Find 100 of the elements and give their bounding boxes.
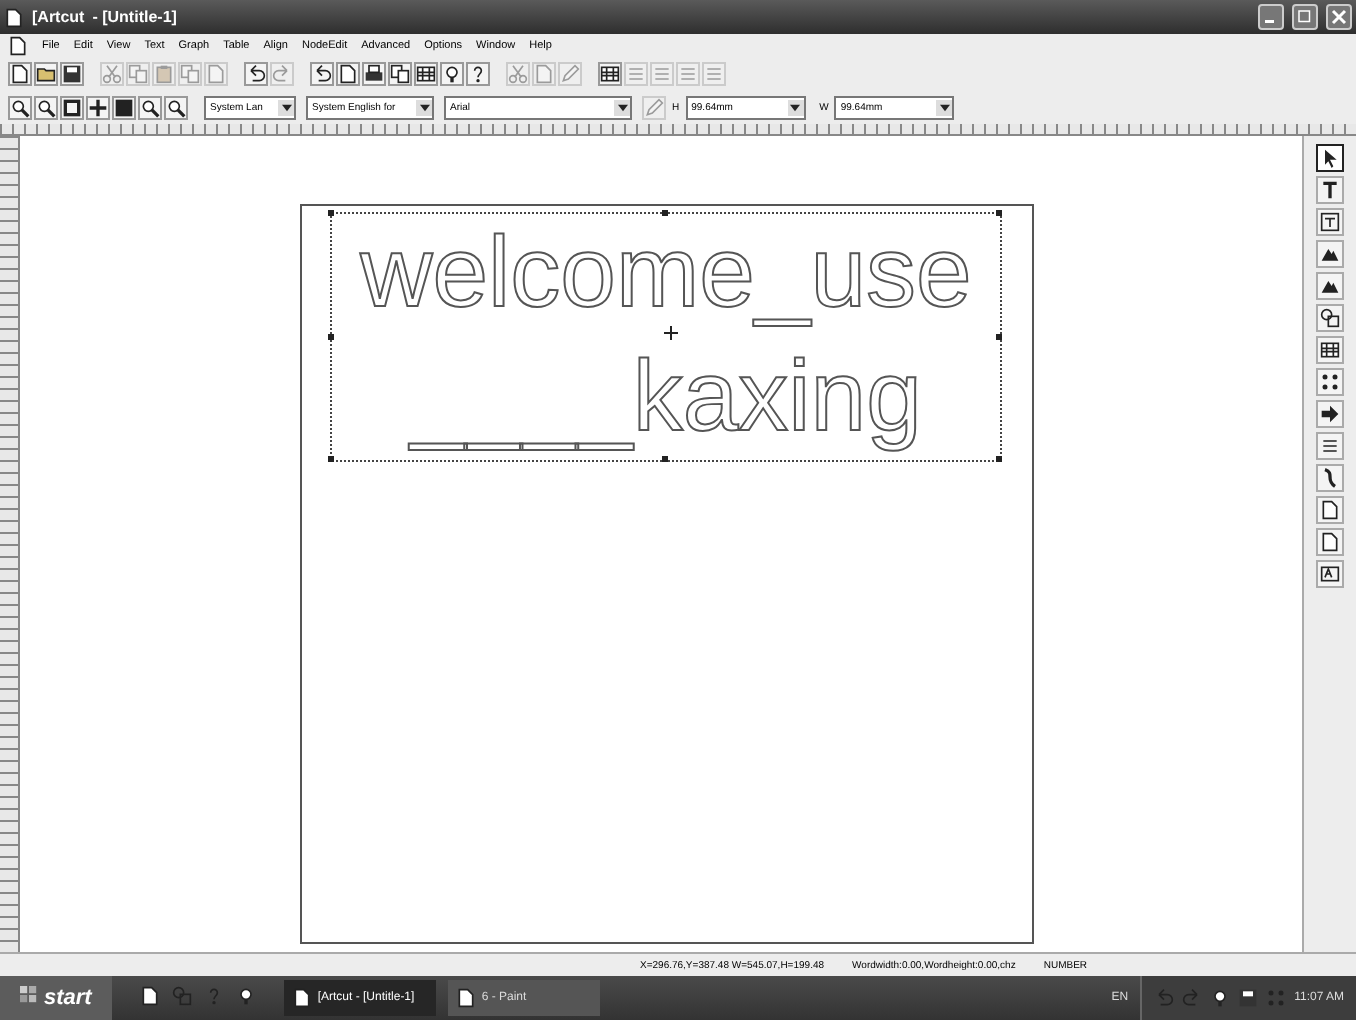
selection-handle[interactable] [662,456,668,462]
toolbar-button[interactable] [388,61,412,85]
toolbar-button[interactable] [598,61,622,85]
text-box-icon [1320,564,1340,584]
toolbar-button[interactable] [34,95,58,119]
tool-button[interactable] [1316,304,1344,332]
dots-icon [1266,988,1287,1008]
tool-button[interactable] [1316,240,1344,268]
dropdown-arrow-icon [614,99,630,115]
shapes-icon [171,986,192,1006]
tool-button[interactable] [1316,528,1344,556]
document-title: - [Untitle-1] [92,8,177,26]
toolbar-button[interactable] [466,61,490,85]
restore-icon [1296,8,1314,26]
quick-launch-icon[interactable] [139,986,160,1010]
center-mark-icon [664,326,678,344]
close-icon [1330,8,1348,26]
selection-handle[interactable] [996,456,1002,462]
tool-button[interactable] [1316,560,1344,588]
minimize-button[interactable] [1258,4,1284,30]
lines-icon [678,63,698,83]
restore-button[interactable] [1292,4,1318,30]
start-button[interactable]: start [0,976,112,1020]
toolbar-button[interactable] [362,61,386,85]
toolbar-button[interactable] [310,61,334,85]
zoom-icon [10,97,30,117]
dropdown-arrow-icon [278,99,294,115]
dropdown-arrow-icon [936,99,953,115]
quick-launch-icon[interactable] [235,986,256,1010]
tool-button[interactable] [1316,336,1344,364]
page-icon [10,63,30,83]
help-icon [468,63,488,83]
toolbar-button[interactable] [164,95,188,119]
page-icon [291,988,312,1008]
bulb-icon [235,986,256,1006]
dots-icon [1320,372,1340,392]
lines-icon [626,63,646,83]
dropdown-arrow-icon [787,99,804,115]
tool-button[interactable] [1316,496,1344,524]
grid-icon [1320,340,1340,360]
selection-handle[interactable] [328,333,334,339]
tool-button[interactable] [1316,368,1344,396]
close-button[interactable] [1326,4,1352,30]
tool-button[interactable] [1316,144,1344,172]
toolbar-button[interactable] [440,61,464,85]
undo-icon [246,63,266,83]
page-icon [206,63,226,83]
text-tool-icon [1320,180,1340,200]
curve-icon [1320,468,1340,488]
pen-icon [560,63,580,83]
undo-icon [1154,988,1175,1008]
selection-handle[interactable] [328,456,334,462]
zoom-icon [166,97,186,117]
arrow-icon [1320,404,1340,424]
page-icon [139,986,160,1006]
frame-icon [1320,212,1340,232]
redo-icon [272,63,292,83]
zoom-icon [140,97,160,117]
toolbar-button[interactable] [138,95,162,119]
tool-button[interactable] [1316,176,1344,204]
toolbar-button[interactable] [8,61,32,85]
copy-icon [390,63,410,83]
clipboard-icon [154,63,174,83]
tool-button[interactable] [1316,400,1344,428]
toolbar-button[interactable] [34,61,58,85]
lines-icon [652,63,672,83]
toolbar-button[interactable] [60,61,84,85]
tool-button[interactable] [1316,208,1344,236]
toolbar-button[interactable] [8,95,32,119]
page-icon [338,63,358,83]
scissors-icon [508,63,528,83]
grid-icon [600,63,620,83]
toolbar-button[interactable] [414,61,438,85]
tool-button[interactable] [1316,272,1344,300]
toolbar-button[interactable] [112,95,136,119]
selection-handle[interactable] [662,210,668,216]
toolbar-button[interactable] [336,61,360,85]
copy-icon [128,63,148,83]
copy-icon [180,63,200,83]
redo-icon [1182,988,1203,1008]
pointer-icon [1320,148,1340,168]
selection-handle[interactable] [996,333,1002,339]
grid-icon [416,63,436,83]
page-icon [534,63,554,83]
toolbar-button[interactable] [60,95,84,119]
page-icon [455,988,476,1008]
selection-handle[interactable] [328,210,334,216]
tool-button[interactable] [1316,464,1344,492]
toolbar-button[interactable] [86,95,110,119]
lines-icon [1320,436,1340,456]
selection-handle[interactable] [996,210,1002,216]
app-title: [Artcut [32,8,85,26]
shapes-icon [1320,308,1340,328]
scissors-icon [102,63,122,83]
move-icon [88,97,108,117]
square-icon [62,97,82,117]
dropdown-arrow-icon [416,99,432,115]
bulb-icon [1210,988,1231,1008]
tool-button[interactable] [1316,432,1344,460]
toolbar-button[interactable] [244,61,268,85]
